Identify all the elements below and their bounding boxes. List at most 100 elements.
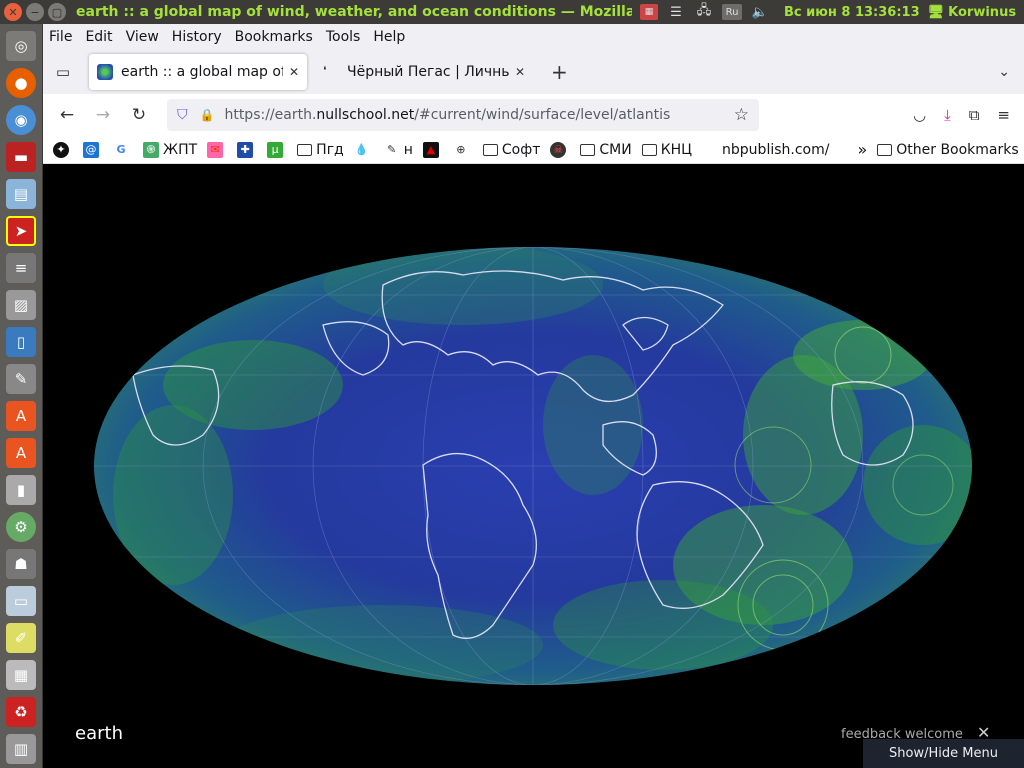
keyboard-layout-indicator[interactable]: Ru: [722, 4, 742, 20]
menu-bookmarks[interactable]: Bookmarks: [235, 29, 313, 45]
earth-favicon-icon: [97, 64, 113, 80]
bookmark-item[interactable]: ▲: [422, 141, 443, 158]
bookmark-item[interactable]: ✉: [207, 141, 227, 158]
menu-bar: File Edit View History Bookmarks Tools H…: [43, 24, 1024, 50]
extensions-icon[interactable]: ⧉: [969, 106, 980, 124]
menu-history[interactable]: History: [172, 29, 222, 45]
tab-black-pegasus[interactable]: ❛ Чёрный Пегас | Личный ✕: [315, 54, 533, 90]
bookmark-item[interactable]: 💧: [354, 142, 374, 158]
pirate-icon: ☠: [550, 141, 567, 158]
app-menu-icon[interactable]: ≡: [997, 106, 1010, 124]
cat-app-icon[interactable]: ☗: [6, 549, 36, 579]
document-viewer-icon[interactable]: ▯: [6, 327, 36, 357]
earth-map-viewport[interactable]: earth feedback welcome ✕ Show/Hide Menu: [43, 165, 1024, 768]
firewall-icon[interactable]: ▦: [640, 4, 658, 20]
bookmark-item[interactable]: nbpublish.com/: [722, 142, 829, 158]
bookmark-item[interactable]: @: [83, 141, 103, 158]
red-triangle-icon: ▲: [422, 141, 439, 158]
monitor-icon: 🖥: [927, 4, 945, 20]
tab-bar: ▭ earth :: a global map of wind ✕ ❛ Чёрн…: [43, 50, 1024, 94]
back-button[interactable]: ←: [49, 105, 85, 125]
tracking-shield-icon[interactable]: ⛉: [177, 107, 188, 123]
bookmark-item[interactable]: ✚: [237, 141, 257, 158]
volume-icon[interactable]: 🔈: [750, 3, 770, 21]
bookmark-star-icon[interactable]: ☆: [734, 105, 749, 125]
reload-button[interactable]: ↻: [121, 105, 157, 125]
folder-icon: [641, 143, 657, 156]
pocket-icon[interactable]: ◡: [913, 106, 926, 124]
window-minimize-button[interactable]: −: [26, 3, 44, 21]
at-icon: @: [83, 141, 99, 158]
tools-icon[interactable]: ✎: [6, 364, 36, 394]
bookmarks-overflow-chevron-icon[interactable]: »: [857, 140, 867, 159]
menu-tools[interactable]: Tools: [326, 29, 361, 45]
menu-list-icon[interactable]: ☰: [666, 3, 686, 21]
list-menu-icon[interactable]: ≡: [6, 253, 36, 283]
bookmark-item[interactable]: ֍ ЖПТ: [143, 141, 197, 158]
firefox-icon[interactable]: ●: [6, 68, 36, 98]
bookmark-folder[interactable]: СМИ: [580, 142, 632, 158]
bookmark-item[interactable]: G: [113, 142, 133, 158]
new-tab-button[interactable]: +: [551, 60, 568, 84]
remote-desktop-icon[interactable]: ▭: [6, 586, 36, 616]
bookmark-folder[interactable]: КНЦ: [641, 142, 692, 158]
pegasus-favicon-icon: ❛: [323, 64, 327, 77]
bookmark-item[interactable]: ✎ н: [384, 142, 413, 158]
network-icon[interactable]: 🖧: [694, 3, 714, 21]
launcher: ◎ ● ◉ ▬ ▤ ➤ ≡ ▨ ▯ ✎ A A ▮ ⚙ ☗ ▭ ✐ ▦ ♻ ▥: [0, 24, 43, 768]
menu-edit[interactable]: Edit: [85, 29, 112, 45]
lock-icon[interactable]: 🔒: [200, 108, 215, 122]
menu-view[interactable]: View: [126, 29, 159, 45]
notes-icon[interactable]: ✐: [6, 623, 36, 653]
file-cabinet-icon[interactable]: ▤: [6, 179, 36, 209]
settings-panel-icon[interactable]: ▮: [6, 475, 36, 505]
edit-icon: ✎: [387, 143, 397, 156]
drop-icon: 💧: [354, 143, 369, 156]
chatgpt-icon: ֍: [143, 141, 159, 158]
menu-file[interactable]: File: [49, 29, 72, 45]
chromium-icon[interactable]: ◉: [6, 105, 36, 135]
tab-earth[interactable]: earth :: a global map of wind ✕: [89, 54, 307, 90]
system-top-bar: ✕ − ▢ earth :: a global map of wind, wea…: [0, 0, 1024, 24]
menu-help[interactable]: Help: [373, 29, 405, 45]
cursor-app-icon[interactable]: ➤: [6, 216, 36, 246]
trash-red-icon[interactable]: ♻: [6, 697, 36, 727]
image-viewer-icon[interactable]: ▨: [6, 290, 36, 320]
tab-list-icon[interactable]: ▭: [43, 63, 83, 81]
tab-close-icon[interactable]: ✕: [515, 65, 525, 79]
user-menu[interactable]: 🖥 Korwinus: [928, 5, 1016, 20]
url-text[interactable]: https://earth.nullschool.net/#current/wi…: [224, 107, 733, 123]
earth-menu-label[interactable]: earth: [75, 723, 123, 744]
downloads-icon[interactable]: ⤓: [944, 106, 951, 124]
update-cog-icon[interactable]: ⚙: [6, 512, 36, 542]
trash-icon[interactable]: ▥: [6, 734, 36, 764]
software-center-icon[interactable]: A: [6, 401, 36, 431]
folder-icon: [580, 143, 596, 156]
window-maximize-button[interactable]: ▢: [48, 3, 66, 21]
window-close-button[interactable]: ✕: [4, 3, 22, 21]
bookmark-item[interactable]: ☠: [550, 141, 570, 158]
bookmark-folder[interactable]: Софт: [482, 142, 540, 158]
window-controls: ✕ − ▢: [0, 3, 66, 21]
dash-icon[interactable]: ◎: [6, 31, 36, 61]
system-tray: ▦ ☰ 🖧 Ru 🔈 Вс июн 8 13:36:13 🖥 Korwinus: [640, 3, 1016, 21]
toolbar-right: ◡ ⤓ ⧉ ≡: [913, 106, 1024, 124]
utorrent-icon: µ: [267, 141, 284, 158]
clock[interactable]: Вс июн 8 13:36:13: [784, 5, 920, 20]
tab-close-icon[interactable]: ✕: [289, 65, 299, 79]
window-title: earth :: a global map of wind, weather, …: [76, 4, 632, 20]
show-hide-menu-button[interactable]: Show/Hide Menu: [863, 739, 1024, 768]
tab-overflow-chevron-icon[interactable]: ⌄: [998, 64, 1010, 80]
bookmark-item[interactable]: µ: [267, 141, 287, 158]
bookmark-item[interactable]: ✦: [53, 141, 73, 158]
forward-button[interactable]: →: [85, 105, 121, 125]
bookmark-folder[interactable]: Пгд: [297, 142, 344, 158]
folder-icon: [877, 143, 893, 156]
calculator-icon[interactable]: ▦: [6, 660, 36, 690]
software-updater-icon[interactable]: A: [6, 438, 36, 468]
other-bookmarks-folder[interactable]: Other Bookmarks: [877, 142, 1019, 158]
globe-map[interactable]: [43, 165, 1024, 768]
url-bar[interactable]: ⛉ 🔒 https://earth.nullschool.net/#curren…: [167, 99, 759, 131]
terminal-red-icon[interactable]: ▬: [6, 142, 36, 172]
bookmark-item[interactable]: ⊕: [453, 142, 473, 158]
